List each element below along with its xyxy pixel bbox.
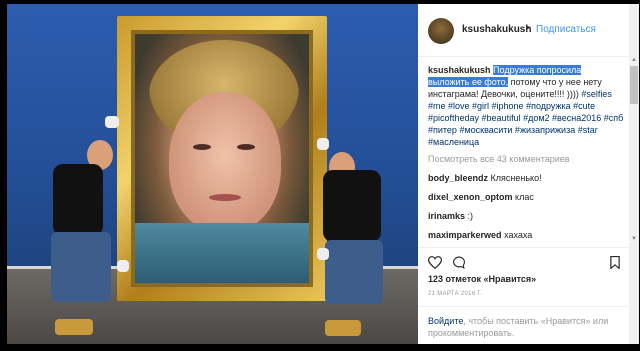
comment-text: :) xyxy=(467,211,474,221)
comment-username[interactable]: body_bleendz xyxy=(428,173,488,183)
follow-button[interactable]: Подписаться xyxy=(536,24,596,35)
scroll-up-arrow-icon[interactable]: ▲ xyxy=(631,57,637,63)
worker-right-boot xyxy=(325,320,361,336)
comment-icon[interactable] xyxy=(452,256,466,269)
worker-left-torso xyxy=(53,164,103,236)
post-caption: ksushakukush Подружка попросила выложить… xyxy=(428,64,624,148)
avatar[interactable] xyxy=(428,18,454,44)
comment-text: клас xyxy=(515,192,534,202)
worker-left-glove xyxy=(105,116,119,128)
gold-frame-inner xyxy=(131,30,313,287)
worker-left-glove-low xyxy=(117,260,129,272)
post-photo xyxy=(7,4,418,344)
portrait-painting xyxy=(135,34,309,283)
comment-username[interactable]: irinamks xyxy=(428,211,465,221)
comment-item: maximparkerwed хахаха xyxy=(428,229,624,241)
comment-item: dixel_xenon_optom клас xyxy=(428,191,624,203)
worker-right-torso xyxy=(323,170,381,242)
caption-username[interactable]: ksushakukush xyxy=(428,65,491,75)
scroll-down-arrow-icon[interactable]: ▼ xyxy=(631,236,637,242)
scrollbar[interactable] xyxy=(629,4,639,344)
worker-left-jeans xyxy=(51,232,111,302)
likes-count[interactable]: 123 отметок «Нравится» xyxy=(428,274,536,284)
post-date: 21 МАРТА 2016 Г. xyxy=(428,291,483,297)
view-all-comments-link[interactable]: Посмотреть все 43 комментариев xyxy=(428,153,624,165)
worker-right-glove-low xyxy=(317,248,329,260)
login-link[interactable]: Войдите xyxy=(428,316,463,326)
comment-username[interactable]: maximparkerwed xyxy=(428,230,502,240)
post-side-panel: ksushakukush • Подписаться ksushakukush … xyxy=(418,4,639,344)
worker-left-boot xyxy=(55,319,93,335)
worker-right-jeans xyxy=(325,240,383,304)
comments-area: ksushakukush Подружка попросила выложить… xyxy=(428,64,624,242)
post-actions xyxy=(418,247,629,272)
portrait-face xyxy=(169,92,281,232)
header-dot: • xyxy=(526,23,530,34)
comment-item: body_bleendz Клясненько! xyxy=(428,172,624,184)
gold-frame xyxy=(117,16,327,301)
comment-text: хахаха xyxy=(504,230,533,240)
bookmark-icon[interactable] xyxy=(610,256,620,269)
post-username[interactable]: ksushakukush xyxy=(462,24,531,35)
post-header: ksushakukush • Подписаться xyxy=(418,4,629,57)
comment-username[interactable]: dixel_xenon_optom xyxy=(428,192,513,202)
scrollbar-thumb[interactable] xyxy=(630,66,638,104)
comment-text: Клясненько! xyxy=(490,173,542,183)
comment-item: irinamks :) xyxy=(428,210,624,222)
portrait-eye-left xyxy=(193,144,211,150)
portrait-eye-right xyxy=(237,144,255,150)
portrait-shirt xyxy=(135,223,309,283)
worker-right-glove xyxy=(317,138,329,150)
heart-icon[interactable] xyxy=(428,256,442,269)
login-prompt: Войдите, чтобы поставить «Нравится» или … xyxy=(418,306,639,339)
portrait-mouth xyxy=(209,194,241,201)
screenshot-frame: ksushakukush • Подписаться ksushakukush … xyxy=(0,0,640,351)
